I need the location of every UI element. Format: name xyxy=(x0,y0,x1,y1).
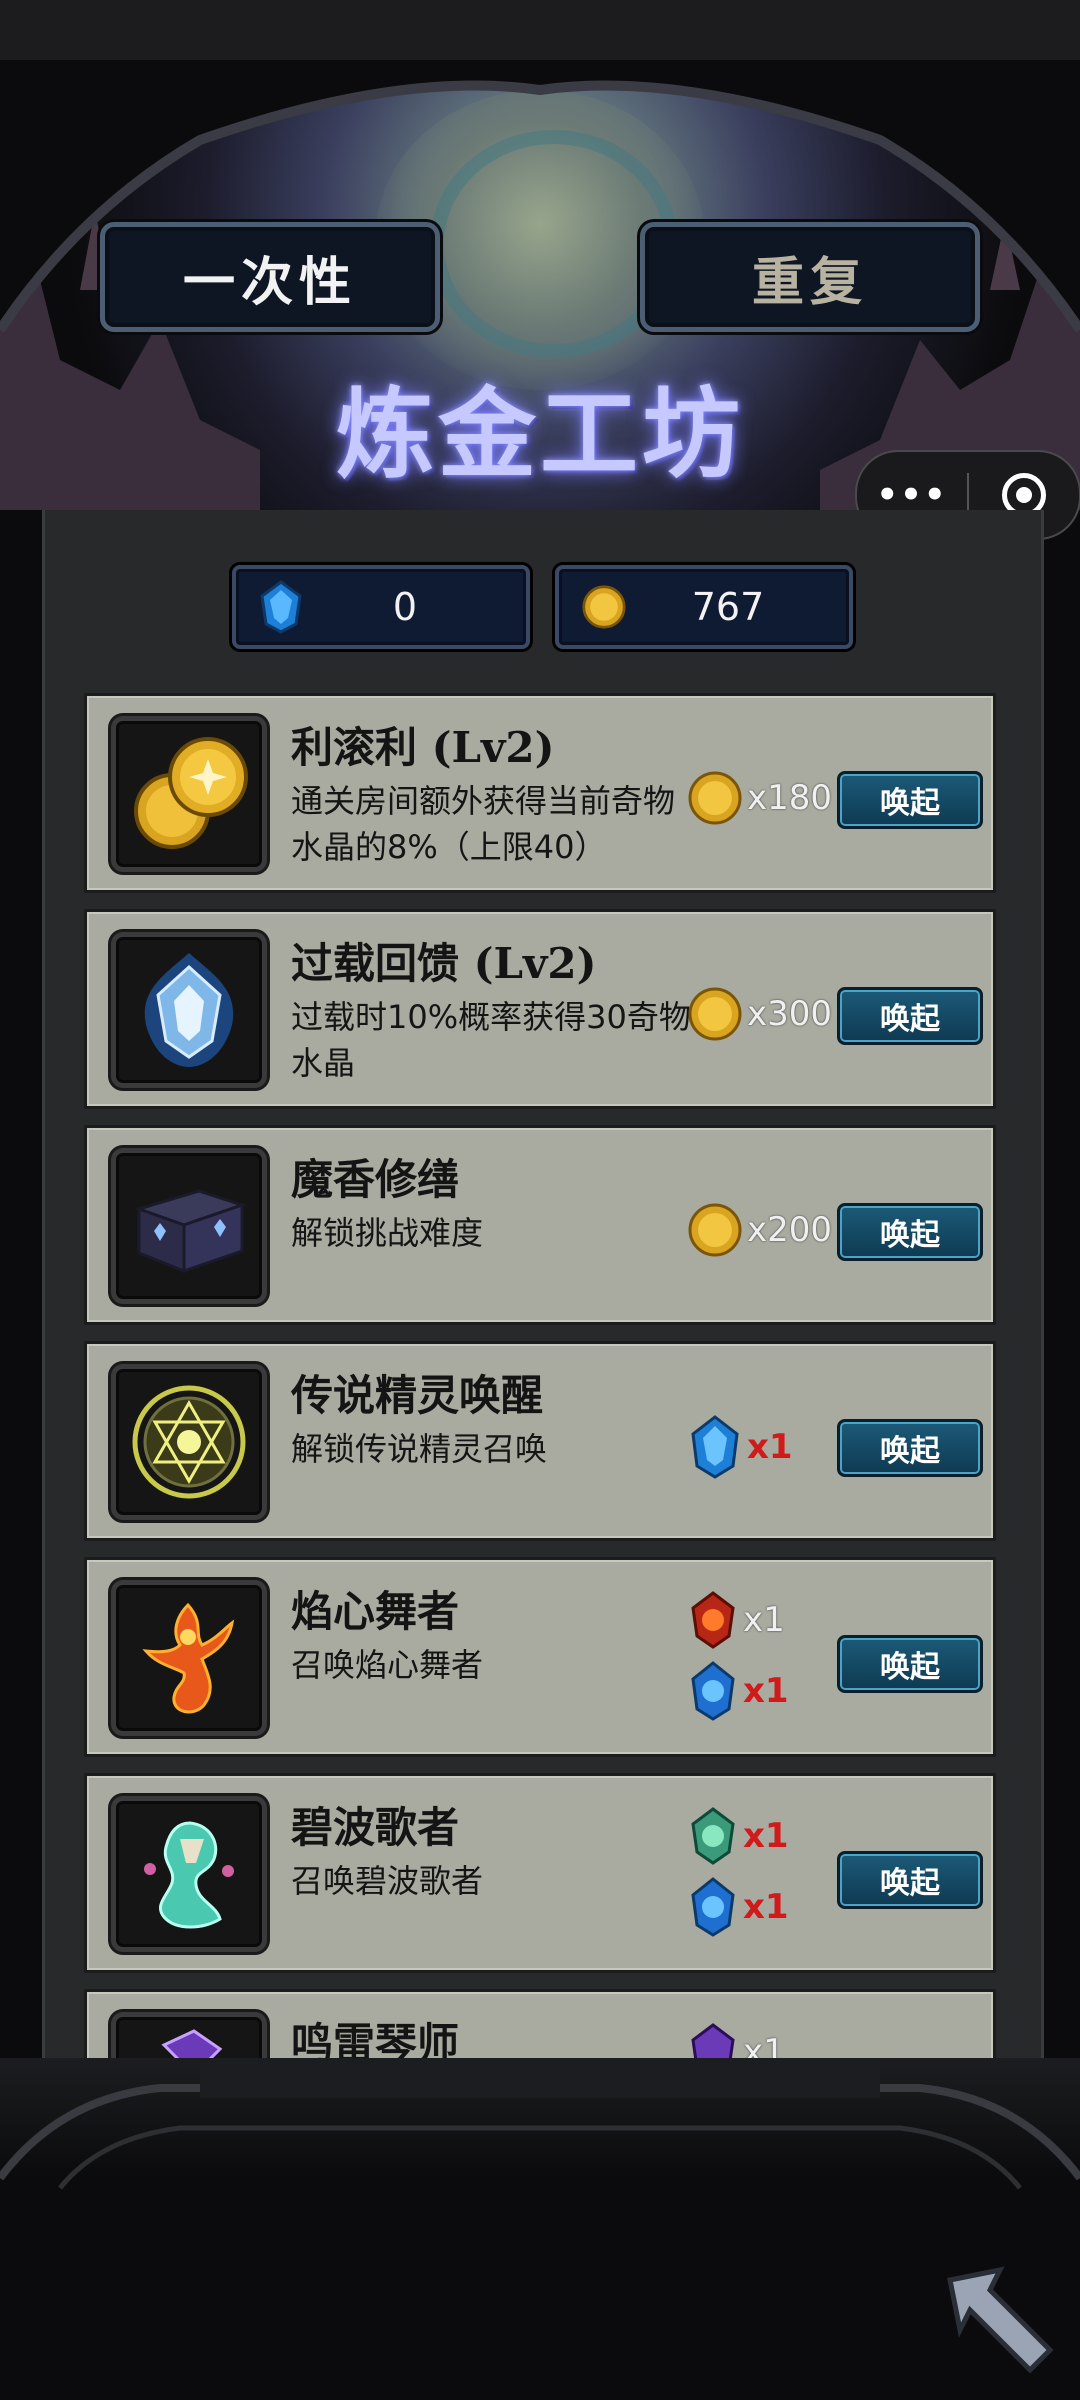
status-bar xyxy=(0,0,1080,60)
item-name: 过载回馈 (Lv2) xyxy=(291,939,597,988)
list-item: 过载回馈 (Lv2) 过载时10%概率获得30奇物水晶 x300 唤起 xyxy=(84,909,996,1109)
back-button[interactable] xyxy=(940,2260,1060,2380)
list-item: 碧波歌者 召唤碧波歌者 x1 x1 唤起 xyxy=(84,1773,996,1973)
item-description: 过载时10%概率获得30奇物水晶 xyxy=(291,998,691,1082)
item-cost: x300 xyxy=(687,986,832,1042)
crystal-flame-icon xyxy=(111,932,267,1088)
summon-button[interactable]: 唤起 xyxy=(837,1419,983,1477)
item-cost: x200 xyxy=(687,1202,832,1258)
magic-circle-icon xyxy=(111,1364,267,1520)
coin-icon xyxy=(688,987,742,1041)
item-description: 解锁挑战难度 xyxy=(291,1214,484,1252)
summon-button[interactable]: 唤起 xyxy=(837,987,983,1045)
crystal-amount: 0 xyxy=(392,585,418,629)
cost-amount: x1 xyxy=(743,1816,789,1856)
cost-amount: x1 xyxy=(743,1887,789,1927)
item-cost: x1 xyxy=(687,1806,789,1866)
cost-amount: x1 xyxy=(747,1427,793,1467)
item-name: 魔香修缮 xyxy=(291,1155,460,1204)
purple-gem-icon xyxy=(691,2023,735,2058)
green-gem-icon xyxy=(691,1807,735,1865)
list-item: 传说精灵唤醒 解锁传说精灵召唤 x1 唤起 xyxy=(84,1341,996,1541)
chest-icon xyxy=(111,1148,267,1304)
item-name: 鸣雷琴师 xyxy=(291,2019,460,2058)
item-cost: x1 xyxy=(687,1876,789,1938)
coins-icon xyxy=(111,716,267,872)
tab-one-time[interactable]: 一次性 xyxy=(100,222,440,332)
water-singer-icon xyxy=(111,1796,267,1952)
recipe-list[interactable]: 利滚利 (Lv2) 通关房间额外获得当前奇物水晶的8%（上限40） x180 唤… xyxy=(84,693,996,2058)
summon-button[interactable]: 唤起 xyxy=(837,1851,983,1909)
item-cost: x1 xyxy=(687,2022,785,2058)
cost-amount: x300 xyxy=(747,994,833,1034)
thunder-harpist-icon xyxy=(111,2012,267,2058)
coin-icon xyxy=(688,1203,742,1257)
back-arrow-icon xyxy=(947,2266,1054,2374)
item-description: 召唤碧波歌者 xyxy=(291,1862,484,1900)
cost-amount: x200 xyxy=(747,1210,833,1250)
coin-amount: 767 xyxy=(691,585,765,629)
list-item: 利滚利 (Lv2) 通关房间额外获得当前奇物水晶的8%（上限40） x180 唤… xyxy=(84,693,996,893)
bottom-frame xyxy=(0,2058,1080,2400)
coin-counter: 767 xyxy=(555,565,853,649)
item-name: 碧波歌者 xyxy=(291,1803,460,1852)
summon-button[interactable]: 唤起 xyxy=(837,1203,983,1261)
ornate-border xyxy=(0,2058,1080,2190)
crystal-counter: 0 xyxy=(232,565,530,649)
summon-button[interactable]: 唤起 xyxy=(837,771,983,829)
item-name: 传说精灵唤醒 xyxy=(291,1371,544,1420)
blue-crystal-icon xyxy=(691,1661,735,1721)
list-item: 魔香修缮 解锁挑战难度 x200 唤起 xyxy=(84,1125,996,1325)
item-description: 通关房间额外获得当前奇物水晶的8%（上限40） xyxy=(291,782,676,866)
cost-amount: x1 xyxy=(743,1600,785,1640)
list-item: 焰心舞者 召唤焰心舞者 x1 x1 唤起 xyxy=(84,1557,996,1757)
fire-dancer-icon xyxy=(111,1580,267,1736)
crystal-icon xyxy=(258,580,304,634)
blue-crystal-icon xyxy=(691,1415,739,1479)
cost-amount: x180 xyxy=(747,778,833,818)
summon-button[interactable]: 唤起 xyxy=(837,1635,983,1693)
coin-icon xyxy=(581,582,627,632)
item-cost: x1 xyxy=(687,1660,789,1722)
blue-crystal-icon xyxy=(691,1877,735,1937)
tab-repeat[interactable]: 重复 xyxy=(640,222,980,332)
item-name: 焰心舞者 xyxy=(291,1587,460,1636)
item-cost: x1 xyxy=(687,1414,793,1480)
cost-amount: x1 xyxy=(743,2032,785,2058)
item-cost: x180 xyxy=(687,770,832,826)
fire-gem-icon xyxy=(691,1591,735,1649)
more-button[interactable]: ••• xyxy=(857,475,967,515)
item-name: 利滚利 (Lv2) xyxy=(291,723,555,772)
item-description: 解锁传说精灵召唤 xyxy=(291,1430,548,1468)
cost-amount: x1 xyxy=(743,1671,789,1711)
coin-icon xyxy=(688,771,742,825)
list-item: 鸣雷琴师 x1 xyxy=(84,1989,996,2058)
item-description: 召唤焰心舞者 xyxy=(291,1646,484,1684)
item-cost: x1 xyxy=(687,1590,785,1650)
